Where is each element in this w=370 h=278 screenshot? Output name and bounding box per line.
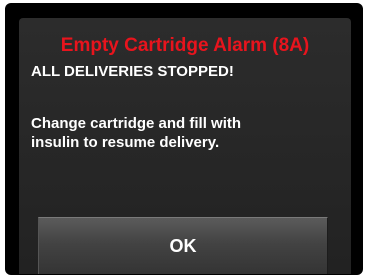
alarm-subtitle: ALL DELIVERIES STOPPED! [31,63,234,80]
alarm-message-line: insulin to resume delivery. [31,134,220,151]
alarm-title: Empty Cartridge Alarm (8A) [60,35,310,56]
ok-button-label: OK [169,236,197,256]
alarm-message: Change cartridge and fill with insulin t… [31,114,331,152]
ok-button[interactable]: OK [38,217,328,274]
alarm-message-line: Change cartridge and fill with [31,115,242,132]
alarm-screen: Empty Cartridge Alarm (8A) ALL DELIVERIE… [19,18,351,274]
